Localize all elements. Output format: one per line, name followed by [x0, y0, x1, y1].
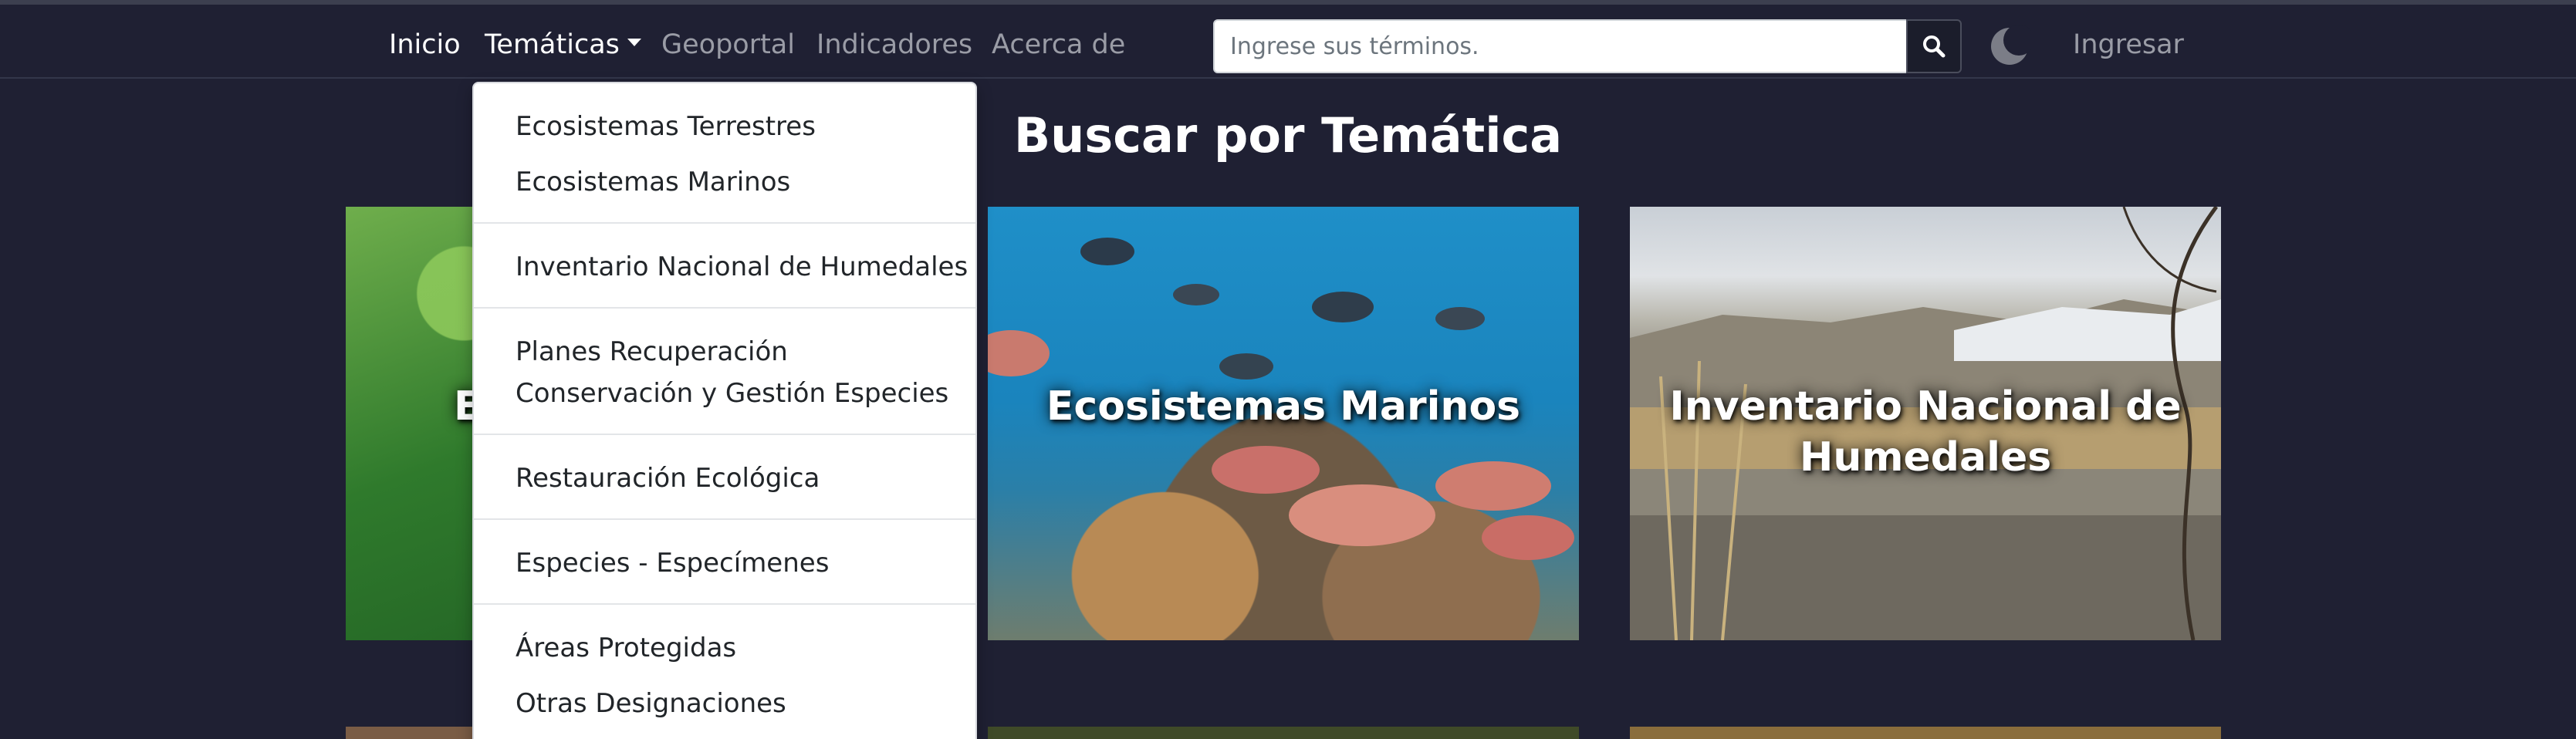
login-link[interactable]: Ingresar	[2073, 28, 2184, 62]
card-row2-2[interactable]	[988, 727, 1579, 739]
nav-acerca-de[interactable]: Acerca de	[992, 28, 1125, 62]
fish-shape	[1080, 238, 1134, 265]
dropdown-divider	[474, 603, 975, 605]
nav-inicio[interactable]: Inicio	[389, 28, 461, 62]
card-row2-3[interactable]	[1630, 727, 2221, 739]
dropdown-item-planes-recuperacion[interactable]: Planes Recuperación	[516, 335, 788, 369]
fish-shape	[1219, 353, 1273, 380]
dropdown-divider	[474, 222, 975, 224]
fish-shape	[988, 330, 1050, 376]
fish-shape	[1289, 484, 1435, 546]
card-label: Ecosistemas Marinos	[1046, 383, 1521, 430]
dropdown-item-ecosistemas-marinos[interactable]: Ecosistemas Marinos	[516, 165, 790, 199]
moon-icon[interactable]	[1988, 25, 2031, 68]
fish-shape	[1435, 461, 1551, 511]
fish-shape	[1435, 307, 1485, 330]
dropdown-item-especies[interactable]: Especies - Especímenes	[516, 546, 829, 580]
fish-shape	[1173, 284, 1219, 305]
fish-shape	[1482, 515, 1574, 560]
nav-indicadores[interactable]: Indicadores	[816, 28, 972, 62]
dropdown-item-otras-designaciones[interactable]: Otras Designaciones	[516, 687, 786, 720]
card-ecosistemas-marinos[interactable]: Ecosistemas Marinos	[988, 207, 1579, 640]
dropdown-divider	[474, 518, 975, 520]
nav-geoportal[interactable]: Geoportal	[661, 28, 795, 62]
dropdown-divider	[474, 307, 975, 309]
dropdown-item-inventario-humedales[interactable]: Inventario Nacional de Humedales	[516, 250, 968, 284]
tematicas-dropdown-menu: Ecosistemas Terrestres Ecosistemas Marin…	[472, 82, 977, 739]
caret-down-icon	[627, 39, 641, 46]
dropdown-item-conservacion-gestion[interactable]: Conservación y Gestión Especies	[516, 376, 948, 410]
search-button[interactable]	[1906, 19, 1962, 73]
dropdown-divider	[474, 434, 975, 435]
fish-shape	[1212, 446, 1320, 494]
dropdown-item-restauracion[interactable]: Restauración Ecológica	[516, 461, 820, 495]
nav-tematicas[interactable]: Temáticas	[485, 28, 641, 62]
fish-shape	[1312, 292, 1374, 322]
navbar: Inicio Temáticas Geoportal Indicadores A…	[0, 5, 2576, 79]
card-inventario-humedales[interactable]: Inventario Nacional de Humedales	[1630, 207, 2221, 640]
search-input[interactable]	[1213, 19, 1908, 73]
nav-tematicas-label: Temáticas	[485, 29, 620, 60]
card-label: Inventario Nacional de Humedales	[1669, 383, 2182, 481]
dropdown-item-areas-protegidas[interactable]: Áreas Protegidas	[516, 631, 736, 665]
search-icon	[1923, 35, 1946, 58]
page-title: Buscar por Temática	[1013, 107, 1563, 164]
dropdown-item-ecosistemas-terrestres[interactable]: Ecosistemas Terrestres	[516, 110, 816, 143]
